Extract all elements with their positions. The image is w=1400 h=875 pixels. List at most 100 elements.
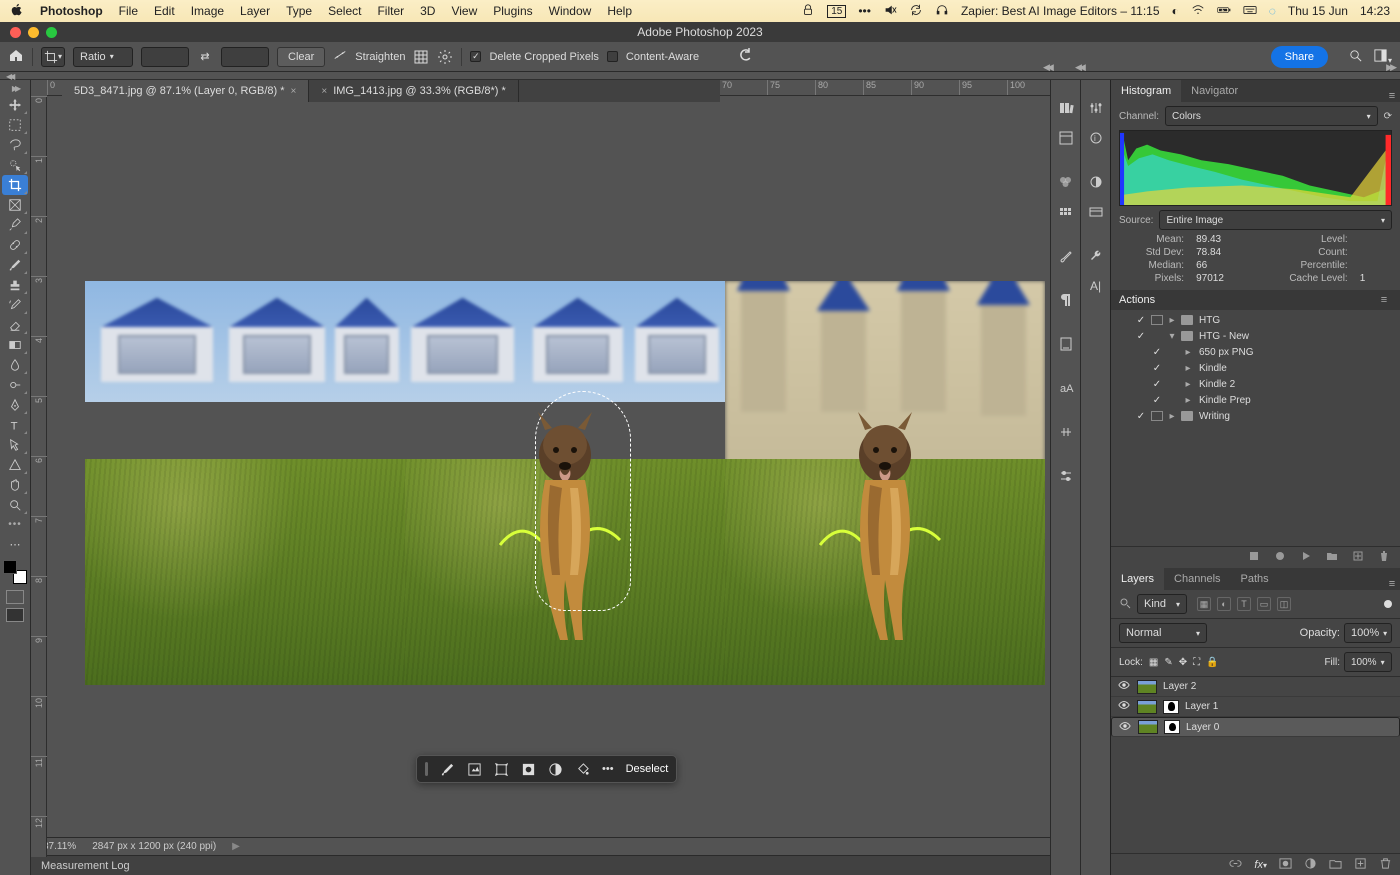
- menu-image[interactable]: Image: [191, 4, 224, 18]
- share-button[interactable]: Share: [1271, 46, 1328, 68]
- status-dimensions[interactable]: 2847 px x 1200 px (240 ppi): [92, 841, 216, 852]
- close-tab-icon[interactable]: ×: [321, 86, 327, 97]
- menu-filter[interactable]: Filter: [377, 4, 404, 18]
- half-circle-icon[interactable]: [1086, 172, 1106, 192]
- action-row[interactable]: ✓▸Kindle Prep: [1111, 392, 1400, 408]
- layer-group-icon[interactable]: [1329, 857, 1342, 873]
- filter-pixel-icon[interactable]: ▦: [1197, 597, 1211, 611]
- lock-icon[interactable]: [801, 3, 815, 20]
- foreground-background-colors[interactable]: [3, 560, 27, 584]
- healing-tool[interactable]: [2, 235, 28, 255]
- more-icon[interactable]: •••: [858, 4, 871, 18]
- actions-new-icon[interactable]: [1352, 550, 1364, 565]
- channel-select[interactable]: Colors▾: [1165, 106, 1378, 126]
- paragraph-icon[interactable]: [1056, 290, 1076, 310]
- close-tab-icon[interactable]: ×: [291, 86, 297, 97]
- screen-mode-toggle[interactable]: [6, 608, 24, 622]
- calendar-icon[interactable]: 15: [827, 5, 846, 18]
- zoom-window[interactable]: [46, 27, 57, 38]
- delete-cropped-checkbox[interactable]: Delete Cropped Pixels: [470, 51, 598, 63]
- menu-type[interactable]: Type: [286, 4, 312, 18]
- brush-tool[interactable]: [2, 255, 28, 275]
- lock-nest-icon[interactable]: ⛶: [1193, 657, 1200, 668]
- spinner-icon[interactable]: ◌: [1269, 4, 1276, 18]
- layer-filter-icon[interactable]: [1119, 597, 1131, 612]
- tab-layers[interactable]: Layers: [1111, 568, 1164, 590]
- action-row[interactable]: ✓▸650 px PNG: [1111, 344, 1400, 360]
- brush-settings-icon[interactable]: [1056, 422, 1076, 442]
- crop-options-gear-icon[interactable]: [437, 49, 453, 65]
- move-tool[interactable]: [2, 95, 28, 115]
- keyboard-icon[interactable]: [1243, 3, 1257, 20]
- tab-paths[interactable]: Paths: [1231, 568, 1279, 590]
- ctxbar-generative-fill-icon[interactable]: [467, 762, 482, 777]
- headphones-icon[interactable]: [935, 3, 949, 20]
- straighten-label[interactable]: Straighten: [355, 51, 405, 63]
- pen-tool[interactable]: [2, 395, 28, 415]
- actions-play-icon[interactable]: [1300, 550, 1312, 565]
- info-icon[interactable]: [1056, 334, 1076, 354]
- crop-tool-preset[interactable]: ▾: [41, 47, 65, 67]
- lock-trans-icon[interactable]: ▦: [1149, 657, 1158, 668]
- menu-window[interactable]: Window: [549, 4, 592, 18]
- link-layers-icon[interactable]: [1229, 857, 1242, 873]
- lasso-tool[interactable]: [2, 135, 28, 155]
- edit-toolbar[interactable]: ⋯: [2, 534, 28, 554]
- menu-edit[interactable]: Edit: [154, 4, 175, 18]
- wrench-icon[interactable]: [1086, 246, 1106, 266]
- opacity-input[interactable]: 100%▾: [1344, 623, 1392, 643]
- blend-mode-select[interactable]: Normal▾: [1119, 623, 1207, 643]
- action-row[interactable]: ✓▸HTG: [1111, 312, 1400, 328]
- action-row[interactable]: ✓▾HTG - New: [1111, 328, 1400, 344]
- sync-icon[interactable]: [909, 3, 923, 20]
- eyedropper-tool[interactable]: [2, 215, 28, 235]
- deselect-button[interactable]: Deselect: [626, 763, 669, 775]
- actions-stop-icon[interactable]: [1248, 550, 1260, 565]
- stamp-tool[interactable]: [2, 275, 28, 295]
- hand-tool[interactable]: [2, 475, 28, 495]
- layer-adjust-icon[interactable]: [1304, 857, 1317, 873]
- apple-icon[interactable]: [10, 3, 24, 20]
- ctxbar-fill-icon[interactable]: [575, 762, 590, 777]
- menu-3d[interactable]: 3D: [420, 4, 435, 18]
- gradient-tool[interactable]: [2, 335, 28, 355]
- layer-trash-icon[interactable]: [1379, 857, 1392, 873]
- ctxbar-mask-icon[interactable]: [521, 762, 536, 777]
- histogram-refresh-icon[interactable]: ⟳: [1384, 111, 1392, 122]
- menu-layer[interactable]: Layer: [240, 4, 270, 18]
- lock-all-icon[interactable]: 🔒: [1206, 657, 1218, 668]
- straighten-icon[interactable]: [333, 48, 347, 65]
- close-window[interactable]: [10, 27, 21, 38]
- wifi-icon[interactable]: [1191, 3, 1205, 20]
- clear-button[interactable]: Clear: [277, 47, 325, 67]
- tab-channels[interactable]: Channels: [1164, 568, 1230, 590]
- crop-tool[interactable]: [2, 175, 28, 195]
- menu-select[interactable]: Select: [328, 4, 361, 18]
- menu-view[interactable]: View: [451, 4, 477, 18]
- filter-smart-icon[interactable]: ◫: [1277, 597, 1291, 611]
- filter-shape-icon[interactable]: ▭: [1257, 597, 1271, 611]
- ctxbar-brush-icon[interactable]: [440, 762, 455, 777]
- ctxbar-transform-icon[interactable]: [494, 762, 509, 777]
- home-icon[interactable]: [8, 47, 24, 66]
- layer-row[interactable]: Layer 0: [1111, 717, 1400, 737]
- ratio-select[interactable]: Ratio▾: [73, 47, 133, 67]
- measurement-log-panel[interactable]: Measurement Log: [31, 855, 1050, 875]
- menu-extra-text[interactable]: Zapier: Best AI Image Editors – 11:15: [961, 4, 1160, 18]
- swap-icon[interactable]: ⇄: [197, 49, 213, 65]
- overlay-grid-icon[interactable]: [413, 49, 429, 65]
- filter-adjust-icon[interactable]: ◐: [1217, 597, 1231, 611]
- app-name[interactable]: Photoshop: [40, 4, 103, 18]
- ctxbar-more-icon[interactable]: •••: [602, 763, 614, 775]
- lock-pos-icon[interactable]: ✥: [1179, 657, 1187, 668]
- battery-icon[interactable]: [1217, 3, 1231, 20]
- card-icon[interactable]: [1086, 202, 1106, 222]
- menu-plugins[interactable]: Plugins: [493, 4, 532, 18]
- doc-tab-1[interactable]: 5D3_8471.jpg @ 87.1% (Layer 0, RGB/8) *×: [62, 80, 309, 102]
- color-icon[interactable]: [1056, 202, 1076, 222]
- layer-row[interactable]: Layer 1: [1111, 697, 1400, 717]
- actions-trash-icon[interactable]: [1378, 550, 1390, 565]
- path-select-tool[interactable]: [2, 435, 28, 455]
- properties-icon[interactable]: [1056, 128, 1076, 148]
- brushes-icon[interactable]: [1056, 246, 1076, 266]
